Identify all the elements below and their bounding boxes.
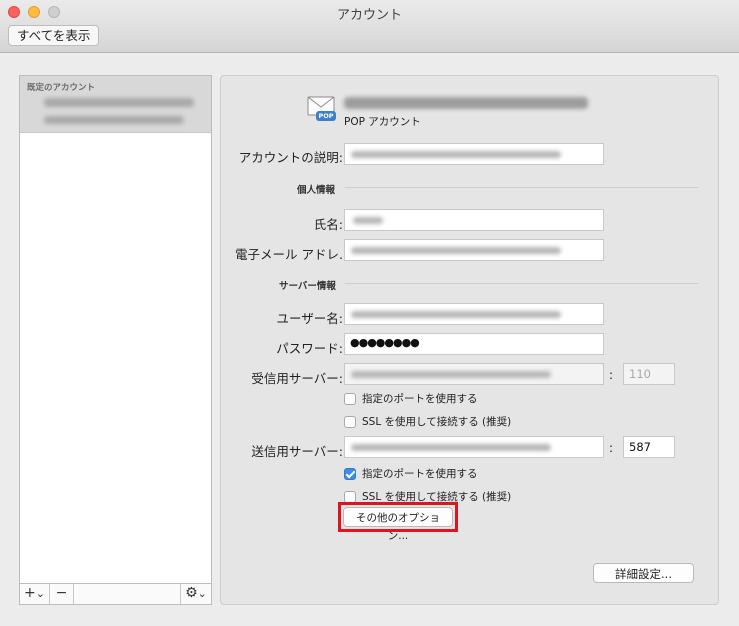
outgoing-server-label: 送信用サーバー: — [251, 444, 343, 459]
account-name-redacted — [44, 98, 194, 107]
personal-info-divider — [345, 187, 698, 188]
account-list-item-selected[interactable]: 既定のアカウント — [20, 76, 211, 133]
description-value-redacted — [351, 151, 561, 158]
default-account-label: 既定のアカウント — [27, 83, 96, 93]
incoming-ssl-option[interactable]: SSL を使用して接続する (推奨) — [344, 414, 511, 429]
add-account-button[interactable]: +⌄ — [20, 584, 50, 604]
description-field[interactable] — [344, 143, 604, 165]
incoming-server-field[interactable] — [344, 363, 604, 385]
outgoing-server-value-redacted — [351, 444, 551, 451]
name-label: 氏名: — [313, 217, 343, 232]
outgoing-ssl-checkbox[interactable] — [344, 490, 356, 503]
mail-icon: POP — [307, 96, 337, 122]
incoming-use-port-checkbox[interactable] — [344, 392, 356, 405]
account-actions-button[interactable]: ⚙⌄ — [180, 584, 211, 604]
advanced-settings-button[interactable]: 詳細設定... — [593, 563, 694, 583]
pop-badge-label: POP — [318, 112, 334, 120]
name-value-redacted — [353, 217, 383, 224]
chevron-down-icon: ⌄ — [197, 587, 207, 600]
incoming-ssl-checkbox[interactable] — [344, 415, 356, 428]
outgoing-use-port-option[interactable]: 指定のポートを使用する — [344, 466, 478, 481]
outgoing-port-separator: : — [609, 441, 614, 455]
incoming-port-separator: : — [609, 368, 614, 382]
account-type-label: POP アカウント — [344, 116, 421, 128]
show-all-button[interactable]: すべてを表示 — [8, 25, 100, 46]
username-label: ユーザー名: — [276, 311, 343, 326]
server-info-divider — [345, 283, 698, 284]
username-value-redacted — [351, 311, 561, 318]
password-value: ●●●●●●●● — [350, 336, 420, 349]
account-list: 既定のアカウント +⌄ − ⚙⌄ — [19, 75, 212, 605]
incoming-use-port-option[interactable]: 指定のポートを使用する — [344, 391, 478, 406]
server-info-heading: サーバー情報 — [279, 281, 336, 292]
username-field[interactable] — [344, 303, 604, 325]
outgoing-use-port-checkbox[interactable] — [344, 467, 356, 480]
incoming-server-label: 受信用サーバー: — [251, 371, 343, 386]
incoming-use-port-label: 指定のポートを使用する — [362, 393, 478, 405]
account-email-redacted — [44, 116, 184, 124]
outgoing-port-field[interactable]: 587 — [623, 436, 675, 458]
email-value-redacted — [351, 247, 561, 254]
personal-info-heading: 個人情報 — [297, 185, 336, 196]
outgoing-port-value: 587 — [629, 440, 651, 454]
name-field[interactable] — [344, 209, 604, 231]
remove-account-button[interactable]: − — [50, 584, 74, 604]
account-address-redacted — [344, 97, 588, 109]
minus-icon: − — [55, 585, 68, 601]
password-field[interactable]: ●●●●●●●● — [344, 333, 604, 355]
incoming-server-value-redacted — [351, 371, 551, 378]
gear-icon: ⚙ — [185, 585, 198, 601]
description-label: アカウントの説明: — [238, 150, 343, 165]
title-bar: アカウント すべてを表示 — [0, 0, 739, 53]
incoming-ssl-label: SSL を使用して接続する (推奨) — [362, 416, 512, 428]
account-list-toolbar: +⌄ − ⚙⌄ — [20, 583, 211, 604]
window-title: アカウント — [336, 8, 402, 23]
outgoing-use-port-label: 指定のポートを使用する — [362, 468, 478, 480]
highlight-box — [338, 502, 458, 532]
incoming-port-value: 110 — [629, 367, 651, 381]
email-field[interactable] — [344, 239, 604, 261]
plus-icon: + — [24, 585, 36, 601]
email-label: 電子メール アドレ. — [235, 247, 343, 262]
chevron-down-icon: ⌄ — [35, 587, 45, 600]
incoming-port-field[interactable]: 110 — [623, 363, 675, 385]
password-label: パスワード: — [276, 341, 343, 356]
outgoing-server-field[interactable] — [344, 436, 604, 458]
